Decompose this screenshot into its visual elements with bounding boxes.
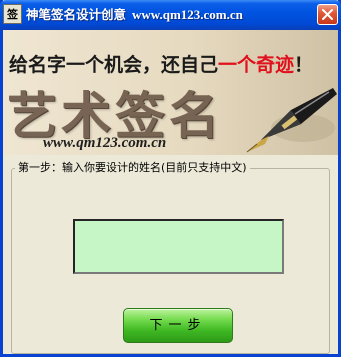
close-icon bbox=[322, 9, 333, 20]
slogan-text: 给名字一个机会，还自己 bbox=[9, 54, 219, 76]
step-one-legend: 第一步：输入你要设计的姓名(目前只支持中文) bbox=[15, 160, 250, 176]
window-title-url: www.qm123.com.cn bbox=[132, 7, 243, 22]
fountain-pen-icon bbox=[246, 88, 337, 153]
slogan-highlight: 一个奇迹 bbox=[218, 54, 295, 76]
app-window: 签 神笔签名设计创意 www.qm123.com.cn 给名字一个机会，还自己一个… bbox=[0, 0, 341, 357]
name-input[interactable] bbox=[73, 219, 284, 274]
next-step-button[interactable]: 下一步 bbox=[123, 308, 233, 343]
title-bar[interactable]: 签 神笔签名设计创意 www.qm123.com.cn bbox=[0, 0, 341, 30]
banner-slogan: 给名字一个机会，还自己一个奇迹！ bbox=[9, 50, 313, 77]
window-title: 神笔签名设计创意 www.qm123.com.cn bbox=[26, 6, 243, 24]
banner-image: 给名字一个机会，还自己一个奇迹！ 艺术签名 www.qm123.com.cn bbox=[3, 30, 338, 155]
banner-url: www.qm123.com.cn bbox=[43, 135, 167, 151]
close-button[interactable] bbox=[317, 4, 338, 25]
window-title-name: 神笔签名设计创意 bbox=[26, 7, 127, 22]
app-icon[interactable]: 签 bbox=[3, 4, 22, 24]
slogan-end: ！ bbox=[294, 54, 314, 76]
